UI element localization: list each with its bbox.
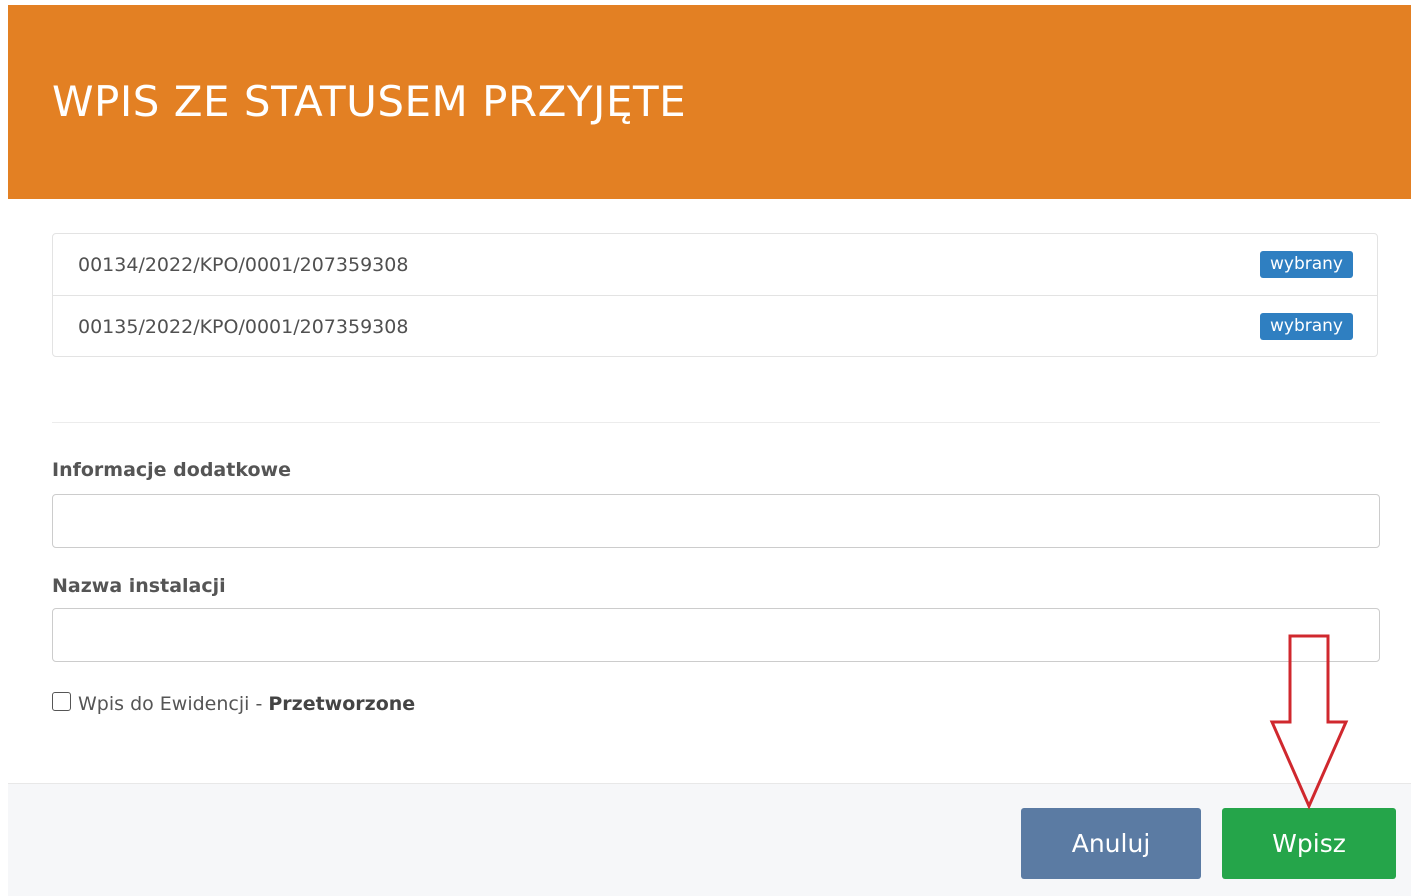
submit-button[interactable]: Wpisz xyxy=(1222,808,1396,879)
selected-items-list: 00134/2022/KPO/0001/207359308 wybrany 00… xyxy=(52,233,1378,357)
processed-checkbox[interactable] xyxy=(52,692,71,711)
list-item: 00135/2022/KPO/0001/207359308 wybrany xyxy=(53,296,1377,358)
selected-badge: wybrany xyxy=(1260,313,1353,340)
installation-name-input[interactable] xyxy=(52,608,1380,662)
modal-title: WPIS ZE STATUSEM PRZYJĘTE xyxy=(52,77,687,126)
additional-info-input[interactable] xyxy=(52,494,1380,548)
modal-header: WPIS ZE STATUSEM PRZYJĘTE xyxy=(8,5,1411,199)
divider xyxy=(52,422,1380,423)
processed-checkbox-label-prefix: Wpis do Ewidencji - xyxy=(78,693,269,715)
list-item-label: 00135/2022/KPO/0001/207359308 xyxy=(78,316,409,338)
list-item-label: 00134/2022/KPO/0001/207359308 xyxy=(78,254,409,276)
processed-checkbox-label[interactable]: Wpis do Ewidencji - Przetworzone xyxy=(78,691,415,717)
processed-checkbox-label-bold: Przetworzone xyxy=(268,693,416,715)
selected-badge: wybrany xyxy=(1260,251,1353,278)
installation-name-label: Nazwa instalacji xyxy=(52,575,226,597)
additional-info-label: Informacje dodatkowe xyxy=(52,459,291,481)
list-item: 00134/2022/KPO/0001/207359308 wybrany xyxy=(53,234,1377,296)
modal-dialog: WPIS ZE STATUSEM PRZYJĘTE 00134/2022/KPO… xyxy=(0,0,1411,896)
cancel-button[interactable]: Anuluj xyxy=(1021,808,1201,879)
